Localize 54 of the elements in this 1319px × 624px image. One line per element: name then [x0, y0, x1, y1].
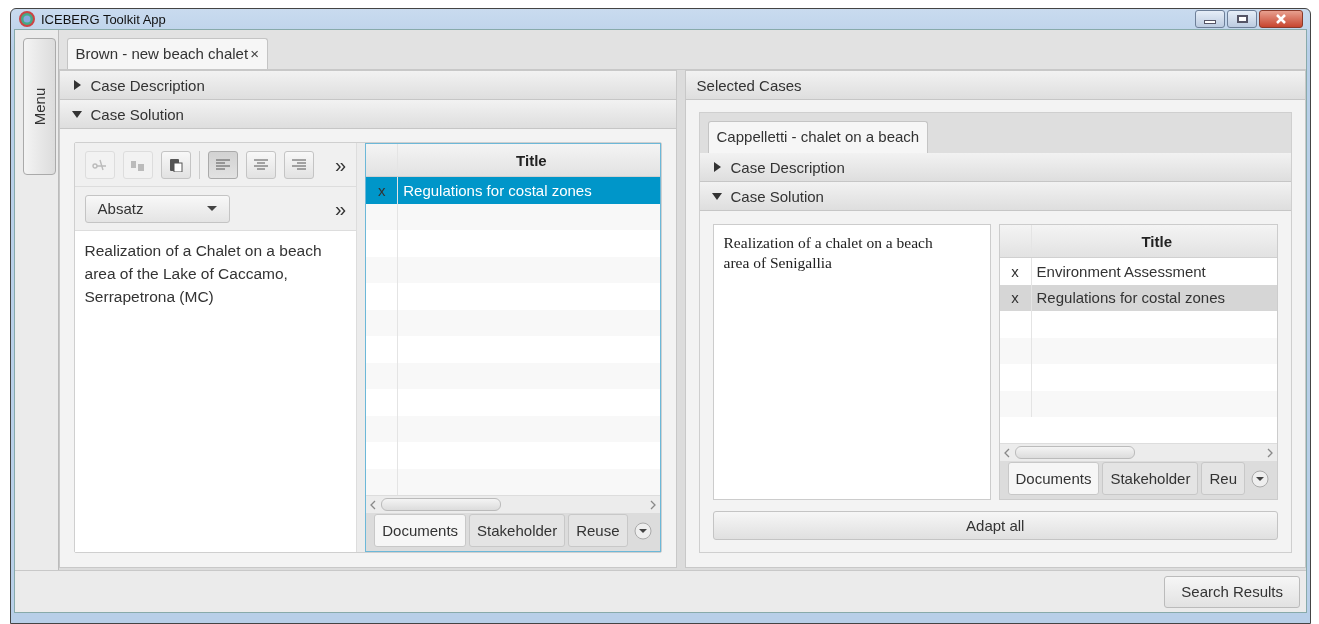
toolbar-overflow-button[interactable]: »: [335, 198, 347, 219]
accordion-header[interactable]: Case Description: [699, 153, 1291, 182]
align-center-button[interactable]: [245, 150, 276, 179]
paste-icon: [167, 157, 184, 172]
toolbar-overflow-button[interactable]: »: [335, 154, 347, 175]
tab[interactable]: Stakeholder: [1102, 462, 1199, 495]
paste-button[interactable]: [160, 150, 191, 179]
align-right-icon: [290, 157, 307, 172]
document-tab[interactable]: Brown - new beach chalet×: [66, 38, 268, 69]
tab[interactable]: Reuse: [568, 514, 628, 547]
accordion-header[interactable]: Case Solution: [59, 100, 676, 129]
case-solution-text: Realization of a chalet on a beach area of Senigallia: [723, 233, 934, 273]
table-cell-text: Regulations for costal zones: [1035, 289, 1226, 307]
scroll-right-icon[interactable]: [649, 499, 656, 510]
close-icon: [1275, 14, 1287, 24]
tab[interactable]: Documents: [374, 514, 467, 547]
table-cell-text: Environment Assessment: [1035, 262, 1207, 280]
panel-header: Selected Cases: [685, 71, 1305, 100]
case-solution-text: Realization of a Chalet on a beach area of the Lake of Caccamo, Serrapetrona (MC): [84, 241, 323, 307]
scissors-icon: [91, 157, 108, 172]
scroll-left-icon[interactable]: [1003, 447, 1010, 458]
table-cell-text: Regulations for costal zones: [402, 181, 593, 199]
table-row[interactable]: x Regulations for costal zones: [366, 177, 660, 204]
table-cell: x: [366, 177, 399, 204]
scroll-right-icon[interactable]: [1267, 447, 1273, 458]
search-results-button[interactable]: Search Results: [1164, 575, 1300, 608]
tab-list-dropdown-icon[interactable]: [1251, 470, 1269, 488]
tab[interactable]: Stakeholder: [469, 514, 566, 547]
maximize-button[interactable]: [1227, 10, 1257, 28]
accordion-header[interactable]: Case Description: [59, 71, 676, 100]
caret-icon: [206, 205, 217, 212]
table-row[interactable]: x Regulations for costal zones: [999, 284, 1277, 311]
case-tab[interactable]: Cappelletti - chalet on a beach: [707, 121, 929, 153]
align-left-icon: [214, 157, 231, 172]
scroll-left-icon[interactable]: [370, 499, 377, 510]
horizontal-scrollbar[interactable]: [366, 495, 660, 513]
align-center-icon: [252, 157, 269, 172]
align-right-button[interactable]: [283, 150, 314, 179]
align-left-button[interactable]: [207, 150, 238, 179]
tab[interactable]: Documents: [1007, 462, 1100, 495]
menu-button[interactable]: Menu: [23, 38, 56, 175]
tab-list-dropdown-icon[interactable]: [633, 522, 652, 540]
tab-label: Brown - new beach chalet: [75, 45, 249, 63]
table-cell: x: [999, 258, 1032, 285]
tab[interactable]: Reu: [1201, 462, 1245, 495]
minimize-button[interactable]: [1195, 10, 1225, 28]
horizontal-scrollbar[interactable]: [999, 443, 1277, 461]
accordion-header[interactable]: Case Solution: [699, 182, 1291, 211]
adapt-all-button[interactable]: Adapt all: [712, 511, 1278, 540]
paragraph-style-dropdown[interactable]: Absatz: [84, 194, 230, 223]
close-button[interactable]: [1259, 10, 1303, 28]
close-tab-button[interactable]: ×: [250, 45, 259, 63]
window-title: ICEBERG Toolkit App: [41, 11, 166, 27]
app-logo-icon: [19, 11, 35, 27]
